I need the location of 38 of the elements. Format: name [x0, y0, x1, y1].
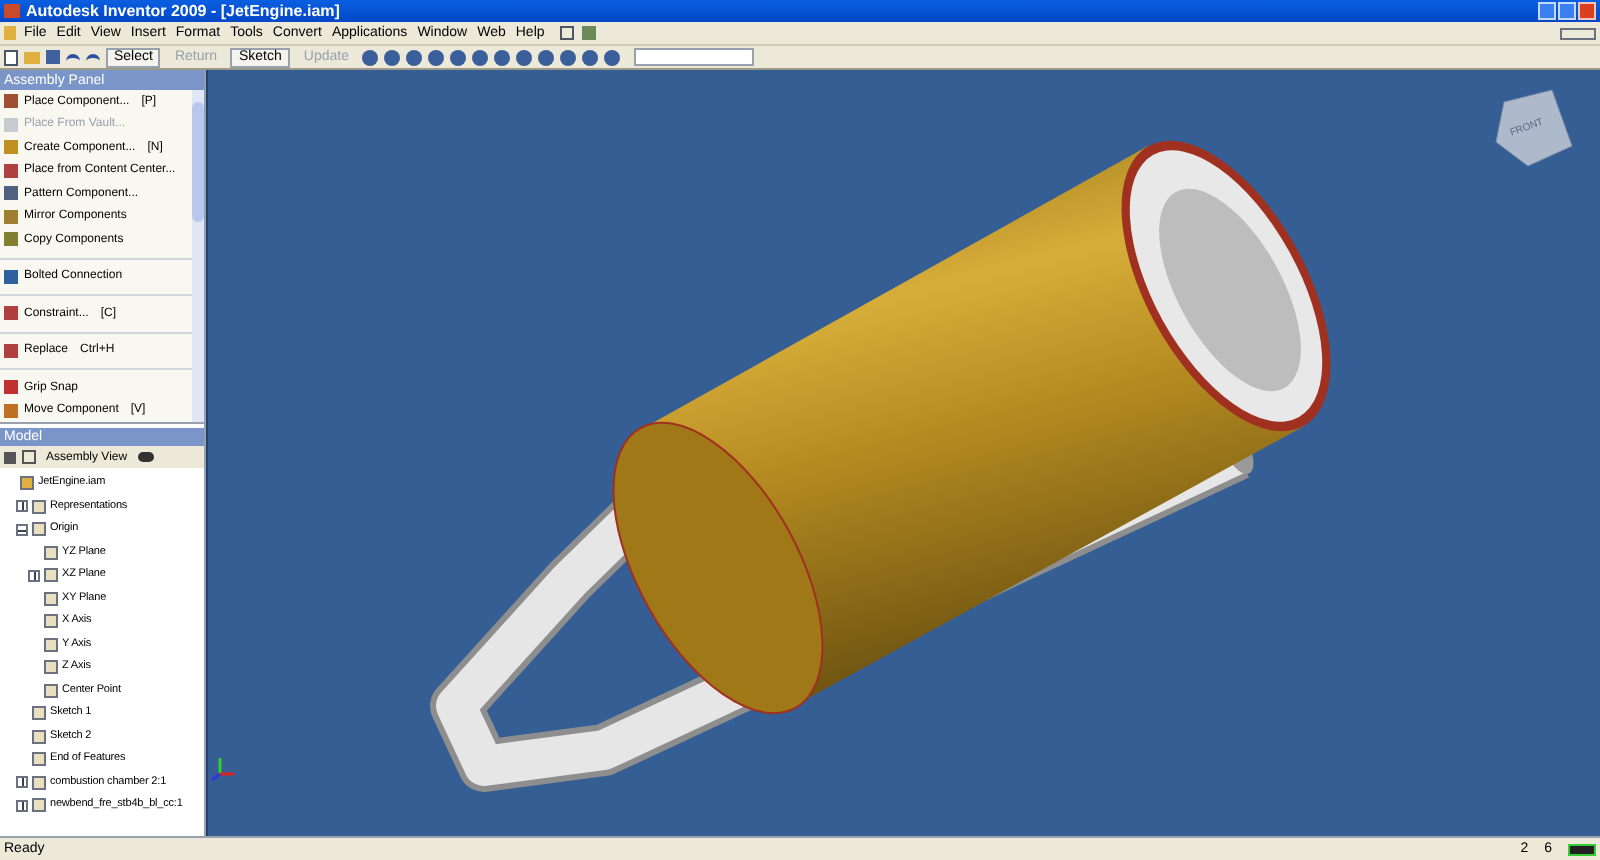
- scroll-bar[interactable]: [192, 90, 204, 422]
- axis-triad-icon: [211, 758, 234, 782]
- expand-toggle[interactable]: [16, 776, 28, 789]
- redo-icon[interactable]: [86, 53, 100, 61]
- expand-toggle[interactable]: [28, 569, 40, 582]
- new-icon[interactable]: [4, 49, 18, 65]
- command-icon: [4, 343, 18, 358]
- tree-node-icon: [32, 522, 46, 537]
- expand-toggle[interactable]: [16, 799, 28, 812]
- expand-toggle[interactable]: [16, 500, 28, 513]
- window-controls-icon[interactable]: [1560, 27, 1596, 39]
- close-button[interactable]: [1578, 2, 1596, 20]
- tree-node-icon: [20, 476, 34, 491]
- tree-node-icon: [32, 752, 46, 767]
- tree-node-icon: [32, 706, 46, 721]
- undo-icon[interactable]: [66, 53, 80, 61]
- app-icon: [4, 4, 20, 18]
- tree-node-icon: [44, 591, 58, 606]
- assembly-model-drawing[interactable]: [430, 140, 1331, 792]
- tree-node-icon: [44, 637, 58, 652]
- command-icon: [4, 306, 18, 321]
- tree-node-icon: [32, 775, 46, 790]
- combo-box[interactable]: [634, 48, 755, 66]
- tree-node-icon: [44, 545, 58, 560]
- tree-node-icon: [44, 568, 58, 583]
- progress-indicator: [1568, 843, 1596, 855]
- command-icon: [4, 269, 18, 284]
- collapse-toggle[interactable]: [16, 523, 28, 536]
- tree-node-icon: [32, 499, 46, 514]
- viewcube-icon[interactable]: [1495, 89, 1573, 167]
- tree-node-icon: [44, 660, 58, 675]
- tree-node-icon: [44, 683, 58, 698]
- window-title: Autodesk Inventor 2009 - [JetEngine.iam]: [26, 3, 340, 19]
- tree-node-icon: [32, 729, 46, 744]
- minimize-button[interactable]: [1538, 2, 1556, 20]
- tree-node-icon: [44, 614, 58, 629]
- tree-node-icon: [32, 798, 46, 813]
- restore-button[interactable]: [1558, 2, 1576, 20]
